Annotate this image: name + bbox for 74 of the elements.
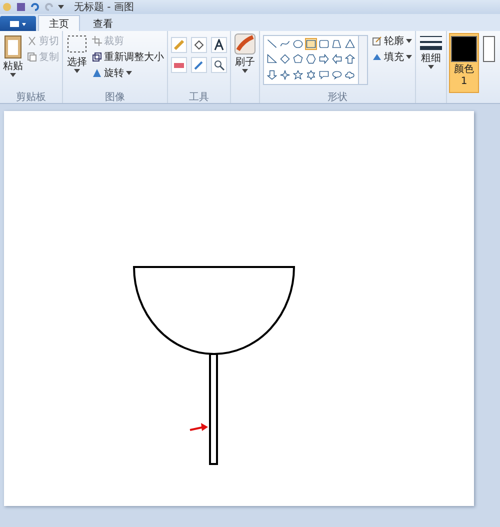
shape-option[interactable]: [292, 53, 304, 66]
paint-app-icon: [2, 2, 12, 12]
shape-option[interactable]: [318, 68, 330, 81]
clipboard-icon: [3, 33, 23, 59]
shape-option[interactable]: [331, 38, 343, 50]
resize-icon: [92, 52, 102, 62]
pencil-icon: [173, 39, 185, 51]
rotate-icon: [92, 68, 102, 78]
caret-icon: [406, 38, 412, 42]
fill-bucket-icon: [372, 52, 382, 62]
shape-option[interactable]: [305, 53, 317, 66]
menu-icon: [9, 20, 27, 28]
redo-icon: [44, 2, 54, 12]
copy-icon: [27, 52, 37, 62]
window-title: 无标题 - 画图: [74, 0, 134, 14]
arrow-drawing: [190, 423, 208, 431]
caret-icon: [10, 73, 16, 77]
shape-option[interactable]: [331, 68, 343, 81]
ribbon-tab[interactable]: 主页: [38, 15, 80, 31]
size-button[interactable]: 粗细: [419, 33, 443, 69]
outline-pen-icon: [372, 36, 382, 46]
magnifier-icon: [213, 59, 225, 71]
group-label: 剪贴板: [15, 90, 47, 103]
undo-icon: [30, 2, 40, 12]
file-menu-button[interactable]: [0, 16, 36, 31]
shape-option[interactable]: [279, 68, 291, 81]
shape-option[interactable]: [305, 68, 317, 81]
selection-icon: [66, 33, 88, 55]
text-tool[interactable]: [211, 37, 227, 53]
eraser-tool[interactable]: [171, 57, 187, 73]
eyedropper-icon: [193, 59, 205, 71]
magnifier-tool[interactable]: [211, 57, 227, 73]
shape-option[interactable]: [292, 68, 304, 81]
scissors-icon: [27, 36, 37, 46]
outline-button[interactable]: 轮廓: [372, 33, 412, 48]
shape-option[interactable]: [266, 38, 278, 50]
shape-option[interactable]: [344, 68, 356, 81]
shape-option[interactable]: [266, 53, 278, 66]
caret-icon: [428, 65, 434, 69]
shape-option[interactable]: [279, 53, 291, 66]
paste-button[interactable]: 粘贴: [3, 33, 23, 77]
shape-option[interactable]: [344, 53, 356, 66]
shape-option[interactable]: [331, 53, 343, 66]
brushes-button[interactable]: 刷子: [234, 33, 256, 73]
save-icon: [16, 2, 26, 12]
text-icon: [213, 39, 225, 51]
bucket-icon: [193, 39, 205, 51]
fill-button[interactable]: 填充: [372, 49, 412, 64]
color-picker-tool[interactable]: [191, 57, 207, 73]
shape-option[interactable]: [266, 68, 278, 81]
group-label: 形状: [326, 90, 348, 103]
group-label: 图像: [104, 91, 126, 103]
caret-icon: [242, 69, 248, 73]
ribbon-tab[interactable]: 查看: [82, 15, 124, 31]
shape-option[interactable]: [318, 53, 330, 66]
crop-icon: [92, 36, 102, 46]
rotate-button[interactable]: 旋转: [92, 65, 164, 80]
line-width-icon: [419, 33, 443, 53]
shape-option[interactable]: [318, 38, 330, 50]
color-2-swatch[interactable]: [483, 36, 495, 62]
gallery-scrollbar[interactable]: [359, 35, 368, 85]
shape-option[interactable]: [305, 38, 317, 50]
caret-icon: [74, 69, 80, 73]
select-button[interactable]: 选择: [66, 33, 88, 73]
color-1-button[interactable]: 颜色 1: [449, 33, 479, 93]
shape-option[interactable]: [344, 38, 356, 50]
group-label: 工具: [188, 91, 210, 103]
caret-icon: [126, 70, 132, 74]
resize-button[interactable]: 重新调整大小: [92, 49, 164, 64]
caret-icon: [58, 5, 64, 9]
caret-icon: [406, 54, 412, 58]
brush-icon: [234, 33, 256, 55]
shape-option[interactable]: [292, 38, 304, 50]
fill-tool[interactable]: [191, 37, 207, 53]
